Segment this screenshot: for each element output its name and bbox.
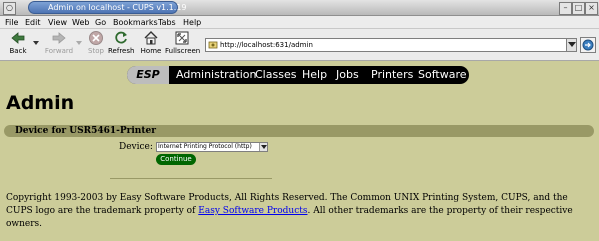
menu-bar: File Edit View Web Go Bookmarks Tabs Hel… xyxy=(0,16,599,29)
menu-go[interactable]: Go xyxy=(95,16,106,29)
go-icon xyxy=(582,39,594,51)
esp-logo[interactable]: ESP xyxy=(127,66,169,84)
stop-button[interactable]: Stop xyxy=(86,30,106,60)
home-label: Home xyxy=(140,47,162,55)
menu-file[interactable]: File xyxy=(5,16,18,29)
url-history-dropdown[interactable] xyxy=(566,38,577,52)
footer-copyright: Copyright 1993-2003 by Easy Software Pro… xyxy=(6,192,591,231)
url-input[interactable]: http://localhost:631/admin xyxy=(220,39,560,51)
menu-web[interactable]: Web xyxy=(72,16,89,29)
stop-label: Stop xyxy=(88,47,104,55)
nav-classes[interactable]: Classes xyxy=(255,66,296,84)
menu-edit[interactable]: Edit xyxy=(25,16,41,29)
menu-view[interactable]: View xyxy=(48,16,67,29)
maximize-icon[interactable]: □ xyxy=(572,2,585,15)
forward-history-arrow-icon[interactable] xyxy=(76,41,82,45)
refresh-icon xyxy=(115,31,127,44)
back-button[interactable]: Back xyxy=(6,30,30,60)
site-icon xyxy=(208,41,218,49)
home-icon xyxy=(144,31,158,45)
continue-button[interactable]: Continue xyxy=(156,154,196,165)
nav-software[interactable]: Software xyxy=(418,66,467,84)
window-title: Admin on localhost - CUPS v1.1.19 xyxy=(48,3,187,12)
refresh-button[interactable]: Refresh xyxy=(108,30,134,60)
back-icon xyxy=(11,32,25,44)
nav-administration[interactable]: Administration xyxy=(176,66,257,84)
forward-button[interactable]: Forward xyxy=(44,30,74,60)
forward-label: Forward xyxy=(44,47,74,55)
home-button[interactable]: Home xyxy=(140,30,162,60)
close-icon[interactable]: × xyxy=(585,2,598,15)
minimize-icon[interactable]: – xyxy=(559,2,572,15)
device-label: Device: xyxy=(119,142,153,152)
page-title: Admin xyxy=(6,92,75,114)
nav-printers[interactable]: Printers xyxy=(371,66,413,84)
go-button[interactable] xyxy=(580,37,596,53)
stop-icon xyxy=(89,31,103,45)
chevron-down-icon xyxy=(568,42,576,47)
back-label: Back xyxy=(9,47,27,55)
forward-icon xyxy=(52,32,66,44)
fullscreen-label: Fullscreen xyxy=(165,47,201,55)
menu-tabs[interactable]: Tabs xyxy=(158,16,176,29)
chevron-down-icon xyxy=(261,145,267,149)
menu-help[interactable]: Help xyxy=(183,16,201,29)
fullscreen-icon xyxy=(175,31,189,45)
back-history-arrow-icon[interactable] xyxy=(33,41,39,45)
nav-help[interactable]: Help xyxy=(302,66,327,84)
menu-bookmarks[interactable]: Bookmarks xyxy=(113,16,158,29)
divider xyxy=(110,178,272,179)
device-select-arrow[interactable] xyxy=(259,143,267,151)
window-menu-icon[interactable]: ○ xyxy=(3,2,16,15)
refresh-label: Refresh xyxy=(108,47,135,55)
fullscreen-button[interactable]: Fullscreen xyxy=(165,30,201,60)
easy-software-link[interactable]: Easy Software Products xyxy=(198,206,307,216)
section-title: Device for USR5461-Printer xyxy=(15,126,156,136)
device-select-value[interactable]: Internet Printing Protocol (http) xyxy=(158,142,256,152)
nav-jobs[interactable]: Jobs xyxy=(336,66,359,84)
